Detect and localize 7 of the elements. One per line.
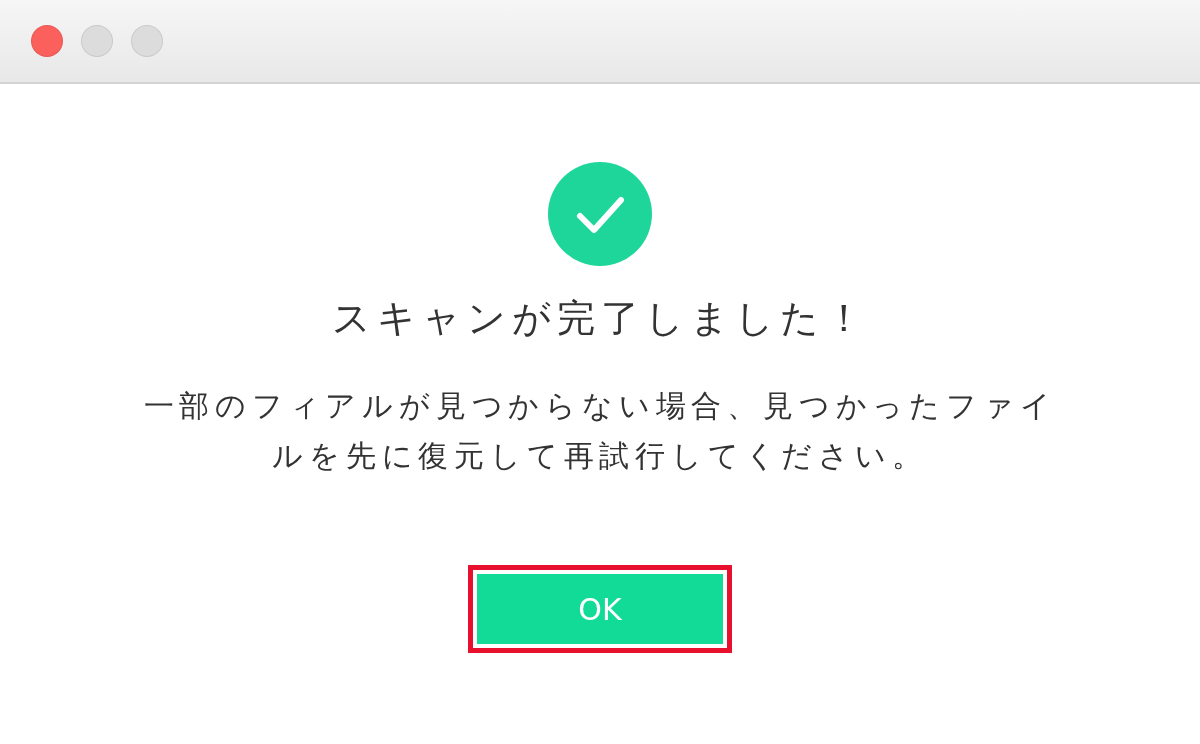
window-control[interactable]: [81, 25, 113, 57]
dialog-title: スキャンが完了しました！: [331, 295, 869, 342]
ok-button[interactable]: OK: [477, 574, 723, 645]
dialog-message: 一部のフィアルが見つからない場合、見つかったファイルを先に復元して再試行してください。: [142, 387, 1058, 476]
success-check-icon: [548, 162, 652, 266]
window-control[interactable]: [31, 25, 63, 57]
window-control[interactable]: [131, 25, 163, 57]
